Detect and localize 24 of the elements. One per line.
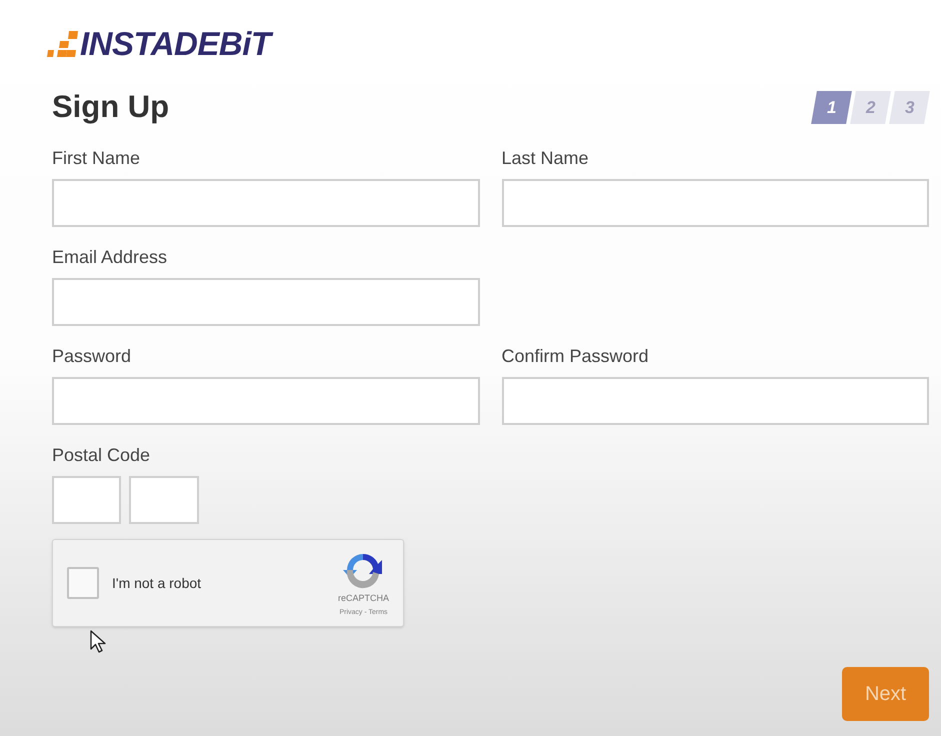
logo-wordmark: INSTADEBiT [80, 29, 271, 59]
field-label: First Name [52, 147, 140, 170]
step-tab[interactable]: 1 [811, 90, 852, 124]
text-input-field[interactable] [52, 278, 480, 326]
captcha-checkbox[interactable] [67, 567, 99, 599]
field-label: Email Address [52, 246, 168, 269]
captcha-label: I'm not a robot [112, 574, 202, 592]
text-input-field[interactable] [502, 179, 929, 227]
text-input-field[interactable] [502, 377, 929, 425]
field-label: Password [52, 345, 132, 368]
mouse-pointer-icon [90, 630, 107, 653]
field-label: Postal Code [52, 444, 150, 467]
logo-blocks-icon [47, 31, 78, 57]
next-button[interactable]: Next [842, 667, 929, 721]
captcha-brand: reCAPTCHA [338, 592, 389, 604]
page-title: Sign Up [52, 89, 170, 125]
text-input-field[interactable] [52, 179, 480, 227]
step-tab[interactable]: 3 [889, 90, 930, 124]
field-label: Confirm Password [502, 345, 649, 368]
step-tab[interactable]: 2 [850, 90, 891, 124]
field-label: Last Name [502, 147, 589, 170]
text-input-field[interactable] [52, 377, 480, 425]
postal-code-field[interactable] [129, 476, 199, 524]
postal-code-field[interactable] [52, 476, 121, 524]
